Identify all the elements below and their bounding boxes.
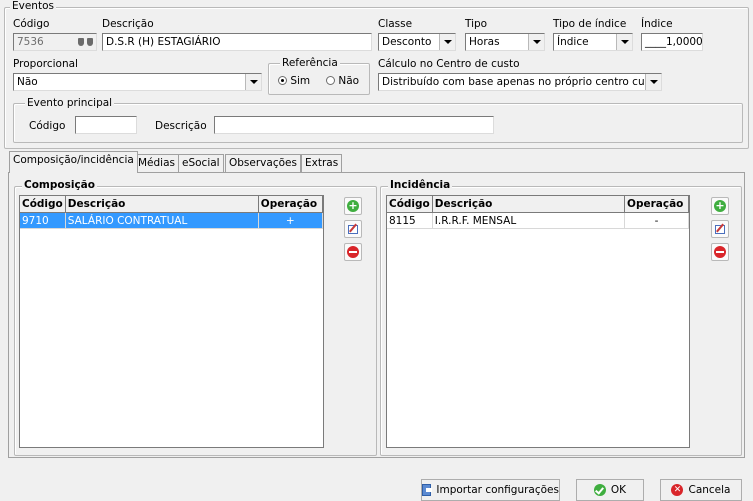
minus-circle-icon xyxy=(347,246,359,258)
tab-label: eSocial xyxy=(182,157,220,169)
incidencia-delete-button[interactable] xyxy=(711,243,729,261)
check-circle-icon xyxy=(593,484,606,496)
codigo-value: 7536 xyxy=(17,36,44,48)
chevron-down-icon[interactable] xyxy=(528,34,544,50)
cell-descricao: SALÁRIO CONTRATUAL xyxy=(65,212,259,229)
tab-label: Composição/incidência xyxy=(13,154,134,166)
tab-observacoes[interactable]: Observações xyxy=(225,154,301,172)
tipo-indice-value: Índice xyxy=(557,36,589,48)
ok-label: OK xyxy=(610,484,627,496)
composicao-grid[interactable]: Código Descrição Operação 9710 SALÁRIO C… xyxy=(19,195,324,448)
referencia-nao-label: Não xyxy=(338,75,360,87)
cancel-label: Cancela xyxy=(688,484,731,496)
incidencia-add-button[interactable]: + xyxy=(711,197,729,215)
ok-button[interactable]: OK xyxy=(576,479,644,501)
proporcional-label: Proporcional xyxy=(13,58,78,70)
importar-configuracoes-button[interactable]: Importar configurações xyxy=(421,479,560,501)
proporcional-value: Não xyxy=(17,76,38,88)
column-header-codigo[interactable]: Código xyxy=(387,196,433,213)
tab-composicao-incidencia[interactable]: Composição/incidência xyxy=(9,151,138,173)
plus-circle-icon: + xyxy=(347,199,359,212)
eventos-group-title: Eventos xyxy=(10,0,56,12)
binoculars-icon[interactable] xyxy=(78,36,93,47)
cell-descricao: I.R.R.F. MENSAL xyxy=(432,212,626,229)
indice-label: Índice xyxy=(641,18,673,30)
chevron-down-icon[interactable] xyxy=(616,34,632,50)
classe-select[interactable]: Desconto xyxy=(378,33,456,51)
column-header-descricao[interactable]: Descrição xyxy=(65,196,259,213)
composicao-header-row: Código Descrição Operação xyxy=(20,196,323,213)
composicao-add-button[interactable]: + xyxy=(344,197,362,215)
table-row[interactable]: 8115 I.R.R.F. MENSAL - xyxy=(387,212,689,229)
composicao-delete-button[interactable] xyxy=(344,243,362,261)
evento-principal-title: Evento principal xyxy=(25,97,115,109)
tab-extras[interactable]: Extras xyxy=(301,154,343,172)
cell-operacao: - xyxy=(624,212,689,229)
column-header-operacao[interactable]: Operação xyxy=(624,196,689,213)
calculo-label: Cálculo no Centro de custo xyxy=(378,58,520,70)
plus-circle-icon: + xyxy=(714,199,726,212)
incidencia-grid[interactable]: Código Descrição Operação 8115 I.R.R.F. … xyxy=(386,195,690,448)
tab-medias[interactable]: Médias xyxy=(134,154,180,172)
table-row[interactable]: 9710 SALÁRIO CONTRATUAL + xyxy=(20,212,323,229)
column-header-descricao[interactable]: Descrição xyxy=(432,196,626,213)
evento-principal-codigo-label: Código xyxy=(29,120,66,132)
referencia-sim-label: Sim xyxy=(290,75,311,87)
importar-label: Importar configurações xyxy=(436,484,559,496)
chevron-down-icon[interactable] xyxy=(645,74,661,90)
tipo-label: Tipo xyxy=(465,18,488,30)
tipo-indice-select[interactable]: Índice xyxy=(553,33,633,51)
calculo-value: Distribuído com base apenas no próprio c… xyxy=(382,76,661,88)
codigo-label: Código xyxy=(13,18,50,30)
calculo-select[interactable]: Distribuído com base apenas no próprio c… xyxy=(378,73,662,91)
proporcional-select[interactable]: Não xyxy=(13,73,262,91)
descricao-label: Descrição xyxy=(102,18,154,30)
codigo-field[interactable]: 7536 xyxy=(13,33,97,51)
column-header-operacao[interactable]: Operação xyxy=(258,196,323,213)
cell-codigo: 8115 xyxy=(387,212,433,229)
column-header-codigo[interactable]: Código xyxy=(20,196,66,213)
incidencia-title: Incidência xyxy=(388,179,453,191)
minus-circle-icon xyxy=(714,246,726,258)
close-circle-icon: ✕ xyxy=(671,484,684,496)
cell-codigo: 9710 xyxy=(20,212,66,229)
classe-label: Classe xyxy=(378,18,413,30)
indice-field[interactable]: ____1,0000 xyxy=(641,33,703,51)
radio-nao-icon[interactable] xyxy=(326,76,335,85)
composicao-edit-button[interactable] xyxy=(344,220,362,238)
chevron-down-icon[interactable] xyxy=(245,74,261,90)
tipo-indice-label: Tipo de índice xyxy=(553,18,627,30)
tab-label: Observações xyxy=(229,157,297,169)
import-icon xyxy=(422,484,433,496)
edit-icon xyxy=(347,223,359,235)
chevron-down-icon[interactable] xyxy=(439,34,455,50)
descricao-value: D.S.R (H) ESTAGIÁRIO xyxy=(106,36,221,48)
tipo-value: Horas xyxy=(469,36,500,48)
incidencia-header-row: Código Descrição Operação xyxy=(387,196,689,213)
cell-operacao: + xyxy=(258,212,323,229)
tab-label: Extras xyxy=(305,157,339,169)
descricao-field[interactable]: D.S.R (H) ESTAGIÁRIO xyxy=(102,33,372,51)
classe-value: Desconto xyxy=(382,36,432,48)
indice-value: ____1,0000 xyxy=(645,36,703,48)
radio-sim-icon[interactable] xyxy=(278,76,287,85)
tipo-select[interactable]: Horas xyxy=(465,33,545,51)
cancel-button[interactable]: ✕ Cancela xyxy=(660,479,742,501)
incidencia-edit-button[interactable] xyxy=(711,220,729,238)
referencia-title: Referência xyxy=(280,57,340,69)
edit-icon xyxy=(714,223,726,235)
evento-principal-codigo-field[interactable] xyxy=(75,116,137,134)
composicao-title: Composição xyxy=(22,179,97,191)
referencia-sim-radio[interactable]: Sim xyxy=(278,75,310,87)
tab-esocial[interactable]: eSocial xyxy=(178,154,224,172)
tab-label: Médias xyxy=(138,157,176,169)
referencia-nao-radio[interactable]: Não xyxy=(326,75,359,87)
evento-principal-descricao-field[interactable] xyxy=(214,116,494,134)
evento-principal-descricao-label: Descrição xyxy=(155,120,207,132)
